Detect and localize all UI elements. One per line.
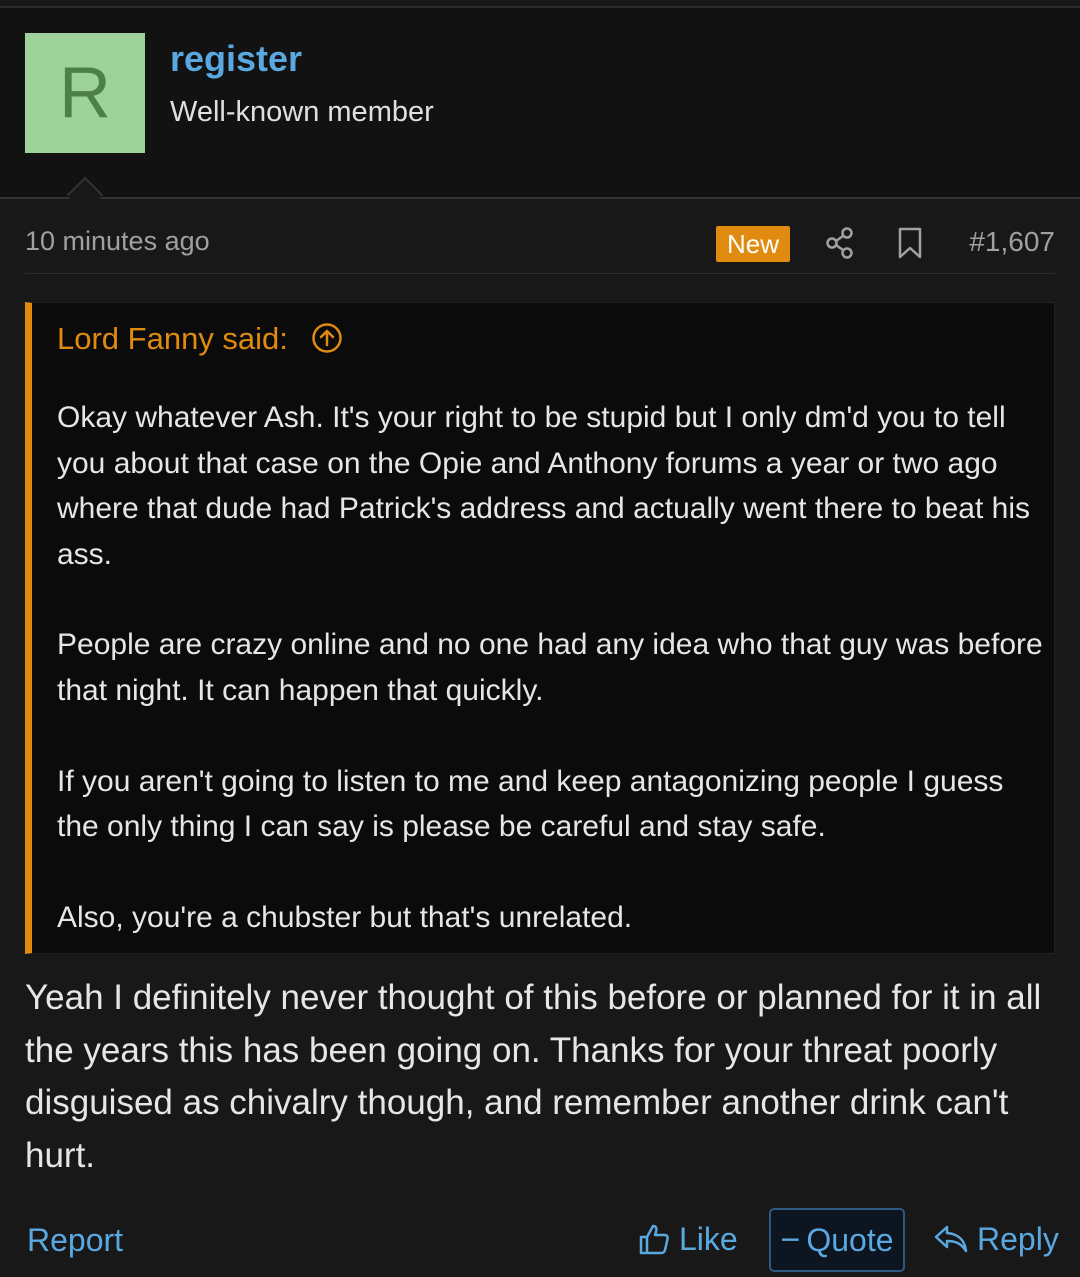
new-badge: New — [716, 226, 790, 262]
meta-divider — [25, 273, 1055, 274]
post-number[interactable]: #1,607 — [969, 226, 1055, 258]
reply-button[interactable]: Reply — [933, 1208, 1059, 1270]
like-label: Like — [679, 1220, 738, 1257]
reply-icon — [934, 1225, 968, 1253]
thumbs-up-icon — [639, 1224, 669, 1255]
arrow-up-circle-icon[interactable] — [311, 322, 343, 354]
username-link[interactable]: register — [170, 38, 302, 80]
quote-paragraph: If you aren't going to listen to me and … — [57, 764, 1004, 844]
header-divider — [0, 197, 1080, 199]
like-button[interactable]: Like — [637, 1208, 738, 1270]
quote-author[interactable]: Lord Fanny said: — [57, 321, 288, 356]
user-header: R register Well-known member — [0, 8, 1080, 198]
user-title: Well-known member — [170, 96, 434, 128]
post-meta: 10 minutes ago New #1,607 — [25, 222, 1055, 266]
quote-paragraph: Also, you're a chubster but that's unrel… — [57, 900, 633, 934]
post-actions: Report Like − Quote Reply — [25, 1208, 1059, 1274]
post-time[interactable]: 10 minutes ago — [25, 226, 210, 257]
share-icon[interactable] — [825, 226, 855, 260]
quote-block: Lord Fanny said: Okay whatever Ash. It's… — [25, 302, 1055, 954]
quote-label: Quote — [806, 1221, 894, 1258]
report-button[interactable]: Report — [27, 1222, 123, 1259]
quote-header[interactable]: Lord Fanny said: — [57, 321, 343, 357]
bookmark-icon[interactable] — [897, 226, 923, 260]
quote-paragraph: People are crazy online and no one had a… — [57, 628, 1043, 707]
quote-paragraph: Okay whatever Ash. It's your right to be… — [57, 401, 1030, 571]
post-message: Yeah I definitely never thought of this … — [25, 978, 1042, 1175]
quote-button[interactable]: − Quote — [769, 1208, 905, 1272]
quote-body: Okay whatever Ash. It's your right to be… — [57, 395, 1047, 985]
minus-icon: − — [780, 1220, 801, 1259]
reply-label: Reply — [977, 1220, 1059, 1257]
avatar[interactable]: R — [25, 33, 145, 153]
